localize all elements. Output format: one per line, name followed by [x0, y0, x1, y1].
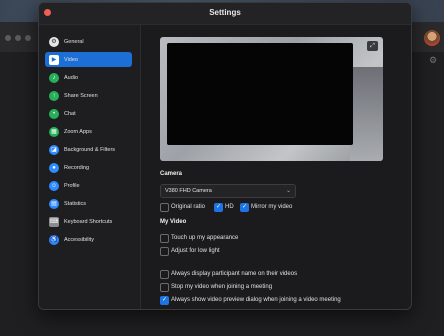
- headphones-icon: ♪: [49, 72, 59, 83]
- sidebar-item-label: Share Screen: [64, 92, 98, 99]
- sidebar-item-zoom-apps[interactable]: ▦ Zoom Apps: [45, 124, 132, 139]
- low-light-checkbox[interactable]: [160, 247, 169, 256]
- avatar[interactable]: [424, 30, 440, 46]
- hd-label: HD: [225, 204, 234, 210]
- video-icon: ▶: [49, 54, 59, 65]
- sidebar-item-label: Video: [64, 56, 78, 63]
- original-ratio-checkbox[interactable]: [160, 203, 169, 212]
- sidebar-item-label: Keyboard Shortcuts: [64, 218, 113, 225]
- statistics-icon: ▤: [49, 198, 59, 209]
- sidebar-item-general[interactable]: ⚙ General: [45, 34, 132, 49]
- dialog-title: Settings: [209, 8, 241, 17]
- settings-titlebar: Settings: [39, 3, 411, 25]
- sidebar-item-label: Accessibility: [64, 236, 94, 243]
- profile-icon: ☺: [49, 180, 59, 191]
- accessibility-icon: ♿: [49, 234, 59, 245]
- checkmark-icon: ✓: [161, 297, 168, 303]
- sidebar-item-label: Chat: [64, 110, 76, 117]
- mirror-video-checkbox[interactable]: ✓: [240, 203, 249, 212]
- settings-dialog: Settings ⚙ General ▶ Video ♪ Audio ↑ Sha…: [38, 2, 412, 310]
- expand-icon[interactable]: ⤢: [367, 41, 378, 51]
- low-light-label: Adjust for low light: [171, 248, 220, 254]
- sidebar-item-label: Audio: [64, 74, 79, 81]
- video-preview-frame: [167, 43, 353, 145]
- sidebar-item-statistics[interactable]: ▤ Statistics: [45, 196, 132, 211]
- sidebar-item-label: Recording: [64, 164, 90, 171]
- window-close-dot[interactable]: [5, 35, 11, 41]
- sidebar-item-label: Profile: [64, 182, 80, 189]
- original-ratio-label: Original ratio: [171, 204, 206, 210]
- sidebar-item-video[interactable]: ▶ Video: [45, 52, 132, 67]
- background-icon: ◪: [49, 144, 59, 155]
- gear-icon[interactable]: ⚙: [429, 55, 437, 66]
- sidebar-item-share-screen[interactable]: ↑ Share Screen: [45, 88, 132, 103]
- sidebar-item-label: Zoom Apps: [64, 128, 92, 135]
- mirror-video-label: Mirror my video: [251, 204, 293, 210]
- chat-icon: •: [49, 108, 59, 119]
- sidebar-item-label: General: [64, 38, 84, 45]
- touch-up-checkbox[interactable]: [160, 234, 169, 243]
- camera-select-value: V380 FHD Camera: [165, 188, 212, 194]
- sidebar-item-chat[interactable]: • Chat: [45, 106, 132, 121]
- sidebar-item-background-filters[interactable]: ◪ Background & Filters: [45, 142, 132, 157]
- checkmark-icon: ✓: [215, 204, 222, 210]
- video-preview-dialog-label: Always show video preview dialog when jo…: [171, 297, 341, 303]
- video-settings-panel: ⤢ Camera V380 FHD Camera ⌄ Original rati…: [141, 25, 411, 309]
- window-zoom-dot[interactable]: [25, 35, 31, 41]
- video-preview: ⤢: [160, 37, 383, 161]
- sidebar-item-recording[interactable]: ● Recording: [45, 160, 132, 175]
- preview-background: [350, 67, 383, 161]
- record-icon: ●: [49, 162, 59, 173]
- settings-sidebar: ⚙ General ▶ Video ♪ Audio ↑ Share Screen…: [39, 25, 141, 309]
- chevron-down-icon: ⌄: [285, 188, 291, 194]
- camera-select[interactable]: V380 FHD Camera ⌄: [160, 184, 296, 198]
- video-preview-dialog-checkbox[interactable]: ✓: [160, 296, 169, 305]
- window-minimize-dot[interactable]: [15, 35, 21, 41]
- sidebar-item-accessibility[interactable]: ♿ Accessibility: [45, 232, 132, 247]
- sidebar-item-label: Background & Filters: [64, 146, 116, 153]
- display-names-label: Always display participant name on their…: [171, 271, 298, 277]
- hd-checkbox[interactable]: ✓: [214, 203, 223, 212]
- keyboard-icon: ⌨: [49, 216, 59, 227]
- my-video-heading: My Video: [160, 219, 187, 225]
- stop-video-checkbox[interactable]: [160, 283, 169, 292]
- camera-heading: Camera: [160, 171, 183, 177]
- touch-up-label: Touch up my appearance: [171, 235, 239, 241]
- sidebar-item-label: Statistics: [64, 200, 87, 207]
- share-screen-icon: ↑: [49, 90, 59, 101]
- apps-icon: ▦: [49, 126, 59, 137]
- sidebar-item-audio[interactable]: ♪ Audio: [45, 70, 132, 85]
- display-names-checkbox[interactable]: [160, 270, 169, 279]
- gear-icon: ⚙: [49, 36, 59, 47]
- checkmark-icon: ✓: [241, 204, 248, 210]
- stop-video-label: Stop my video when joining a meeting: [171, 284, 273, 290]
- sidebar-item-profile[interactable]: ☺ Profile: [45, 178, 132, 193]
- sidebar-item-keyboard-shortcuts[interactable]: ⌨ Keyboard Shortcuts: [45, 214, 132, 229]
